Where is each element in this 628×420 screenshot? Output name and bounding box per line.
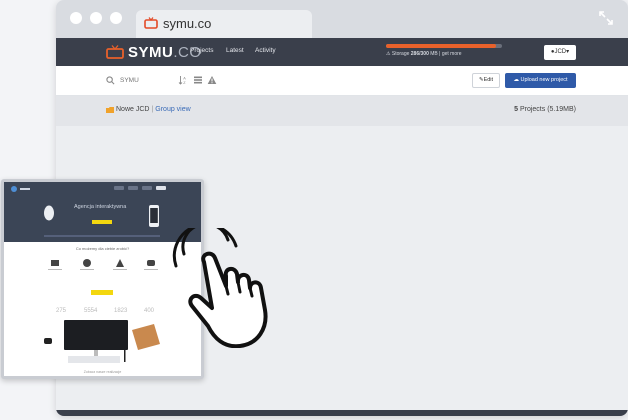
phone-illustration — [149, 205, 159, 227]
storage-prefix: Storage — [391, 51, 410, 57]
get-more-link[interactable]: get more — [442, 51, 462, 57]
nav-projects[interactable]: Projects — [190, 47, 213, 54]
nav-activity[interactable]: Activity — [255, 47, 276, 54]
tv-logo-icon — [106, 45, 124, 59]
alert-icon[interactable] — [207, 75, 217, 85]
edit-button[interactable]: ✎Edit — [472, 73, 500, 88]
thumbnail-button — [91, 290, 113, 295]
mouse-illustration — [44, 205, 54, 221]
search-input[interactable] — [120, 73, 170, 87]
storage-fill — [386, 44, 497, 48]
browser-titlebar: symu.co — [56, 0, 628, 40]
thumbnail-stat: 1823 — [114, 308, 128, 314]
toolbar: A Z ✎Edit ☁ Upload new project — [56, 66, 628, 96]
warning-icon: ⚠ — [386, 51, 391, 57]
thumbnail-cta — [92, 220, 112, 224]
thumbnail-stat: 400 — [144, 308, 155, 314]
group-view-link[interactable]: Group view — [155, 106, 190, 113]
project-count: 5 Projects (5.19MB) — [514, 106, 576, 113]
upload-button[interactable]: ☁ Upload new project — [505, 73, 576, 88]
nav-latest[interactable]: Latest — [226, 47, 244, 54]
tv-icon — [144, 17, 158, 29]
thumbnail-stat: 5554 — [84, 308, 98, 314]
cloud-upload-icon: ☁ — [513, 77, 519, 83]
thumbnail-nav-item — [114, 186, 124, 190]
edit-label: Edit — [483, 77, 494, 83]
storage-bar — [386, 44, 502, 48]
breadcrumb: Nowe JCD | Group view 5 Projects (5.19MB) — [56, 96, 628, 126]
stage: symu.co SYMU.CO Projects Latest Activity — [0, 0, 628, 420]
list-view-icon[interactable] — [193, 75, 203, 85]
thumbnail-footer: Zobacz nasze realizacje — [83, 370, 122, 374]
project-count-number: 5 — [514, 106, 519, 113]
sort-icon[interactable]: A Z — [178, 75, 188, 85]
svg-text:A: A — [183, 77, 186, 81]
expand-icon[interactable] — [598, 10, 614, 26]
storage-unit: MB — [430, 51, 438, 57]
logo-text: SYMU — [128, 44, 174, 61]
app-header: SYMU.CO Projects Latest Activity ⚠ Stora… — [56, 38, 628, 66]
thumbnail-service-icons — [48, 259, 158, 270]
thumbnail-logo-icon — [11, 186, 30, 192]
thumbnail-nav-item — [142, 186, 152, 190]
thumbnail-icons-row — [44, 235, 160, 237]
bottom-bar — [56, 410, 628, 416]
browser-tab[interactable]: symu.co — [136, 10, 312, 40]
thumbnail-hero-title: Agencja interaktywna — [74, 204, 127, 210]
folder-icon — [106, 107, 114, 113]
svg-text:Z: Z — [183, 81, 186, 85]
user-label: JCD — [554, 49, 567, 55]
window-minimize-dot[interactable] — [90, 12, 102, 24]
user-menu-button[interactable]: ●JCD▾ — [544, 45, 576, 60]
breadcrumb-folder[interactable]: Nowe JCD — [116, 106, 149, 113]
upload-label: Upload new project — [520, 77, 568, 83]
window-close-dot[interactable] — [70, 12, 82, 24]
thumbnail-stat: 275 — [56, 308, 67, 314]
thumbnail-nav-item — [128, 186, 138, 190]
thumbnail-nav-item — [156, 186, 166, 190]
caret-down-icon: ▾ — [566, 49, 570, 55]
tab-title: symu.co — [163, 16, 212, 31]
desk-illustration — [44, 320, 160, 363]
project-count-label: Projects (5.19MB) — [519, 106, 576, 113]
storage-amount: 286/300 — [410, 51, 429, 57]
search-icon — [106, 76, 115, 85]
drag-hand-icon — [172, 228, 268, 348]
window-maximize-dot[interactable] — [110, 12, 122, 24]
storage-meter: ⚠ Storage 286/300 MB | get more — [386, 44, 502, 57]
